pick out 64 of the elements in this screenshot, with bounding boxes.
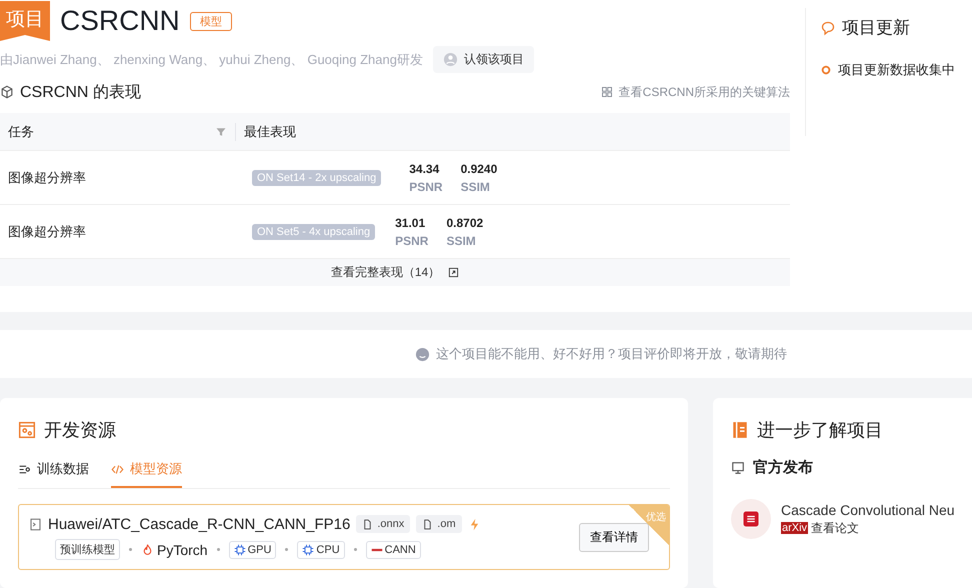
metric-value: 0.8702 bbox=[446, 216, 484, 230]
section-title: CSRCNN 的表现 bbox=[20, 82, 141, 102]
file-icon bbox=[362, 518, 374, 530]
task-cell-text: 图像超分辨率 bbox=[7, 168, 87, 186]
hardware-tag: CANN bbox=[366, 540, 421, 558]
separator-dot bbox=[129, 548, 132, 551]
model-tag: 模型 bbox=[190, 12, 232, 30]
project-title: CSRCNN bbox=[60, 5, 180, 37]
hardware-tag: CPU bbox=[297, 540, 345, 558]
separator-dot bbox=[354, 548, 357, 551]
model-type-tag: 预训练模型 bbox=[55, 539, 120, 560]
updates-status: 项目更新数据收集中 bbox=[838, 61, 955, 79]
metric-name: SSIM bbox=[446, 234, 477, 248]
monitor-icon bbox=[731, 460, 745, 474]
metric-name: PSNR bbox=[409, 180, 443, 194]
settings-window-icon bbox=[18, 421, 36, 439]
cube-icon bbox=[0, 85, 14, 99]
separator-dot bbox=[285, 548, 288, 551]
chip-icon bbox=[234, 544, 246, 556]
dataset-label: ON Set14 - 2x upscaling bbox=[252, 170, 382, 186]
authors-text: 由Jianwei Zhang、 zhenxing Wang、 yuhui Zheng、 Guoqing Zhang研发 bbox=[0, 50, 423, 68]
view-details-button[interactable]: 查看详情 bbox=[579, 523, 649, 552]
file-format-tag: .om bbox=[416, 515, 462, 533]
official-release-heading: 官方发布 bbox=[753, 458, 813, 477]
hardware-tag: GPU bbox=[228, 540, 276, 558]
expand-icon bbox=[448, 267, 460, 278]
user-icon bbox=[442, 52, 458, 67]
book-icon bbox=[731, 421, 749, 439]
metric-name: SSIM bbox=[460, 180, 491, 194]
resources-title: 开发资源 bbox=[44, 419, 116, 442]
updates-title: 项目更新 bbox=[842, 17, 910, 39]
column-header: 最佳表现 bbox=[243, 122, 297, 140]
chip-icon bbox=[302, 544, 314, 556]
ring-icon bbox=[820, 64, 832, 76]
dataset-label: ON Set5 - 4x upscaling bbox=[252, 224, 376, 240]
arxiv-label: arXiv bbox=[781, 522, 808, 534]
smile-icon bbox=[415, 346, 430, 362]
grid-icon bbox=[600, 86, 613, 98]
project-ribbon: 项目 bbox=[0, 1, 50, 41]
file-icon bbox=[422, 518, 434, 530]
view-paper-link[interactable]: 查看论文 bbox=[811, 520, 860, 536]
evaluation-notice: 这个项目能不能用、好不好用？项目评价即将开放，敬请期待 bbox=[436, 345, 787, 363]
separator-dot bbox=[216, 548, 220, 551]
paper-title[interactable]: Cascade Convolutional Neu bbox=[781, 502, 955, 518]
resource-tab[interactable]: 训练数据 bbox=[18, 454, 89, 488]
file-format-tag: .onnx bbox=[356, 515, 410, 533]
code-icon bbox=[111, 462, 124, 476]
model-name[interactable]: Huawei/ATC_Cascade_R-CNN_CANN_FP16 bbox=[48, 516, 350, 532]
flame-icon bbox=[141, 543, 154, 556]
paper-icon bbox=[731, 499, 771, 539]
terminal-file-icon bbox=[29, 518, 42, 530]
task-cell-text: 图像超分辨率 bbox=[7, 222, 87, 240]
chat-bubble-icon bbox=[820, 20, 836, 36]
framework-label: PyTorch bbox=[141, 542, 208, 558]
column-header: 任务 bbox=[7, 122, 35, 140]
metric-value: 34.34 bbox=[409, 162, 440, 176]
metric-value: 0.9240 bbox=[460, 162, 498, 176]
claim-project-button[interactable]: 认领该项目 bbox=[432, 46, 534, 73]
metric-value: 31.01 bbox=[395, 216, 426, 230]
filter-icon bbox=[215, 126, 227, 138]
metric-name: PSNR bbox=[395, 234, 428, 248]
learn-more-title: 进一步了解项目 bbox=[757, 419, 883, 442]
data-icon bbox=[18, 462, 31, 476]
full-performance-link[interactable]: 查看完整表现（14） bbox=[0, 259, 790, 286]
